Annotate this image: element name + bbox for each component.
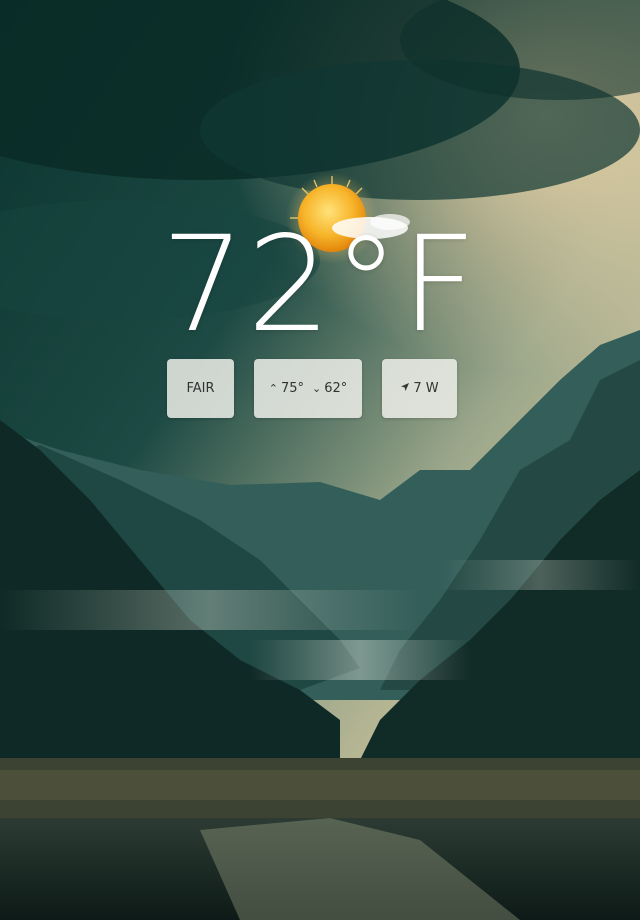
navigation-arrow-icon bbox=[400, 382, 410, 395]
condition-chip[interactable]: FAIR bbox=[167, 359, 234, 418]
wind-value: 7 W bbox=[413, 381, 439, 396]
wind-chip[interactable]: 7 W bbox=[382, 359, 457, 418]
high-low-chip[interactable]: ⌃ 75° ⌄ 62° bbox=[254, 359, 362, 418]
condition-label: FAIR bbox=[186, 381, 215, 396]
background-landscape bbox=[0, 0, 640, 920]
temperature-display: 72°F bbox=[161, 208, 479, 362]
caret-down-icon: ⌄ bbox=[312, 382, 322, 395]
high-temp: 75° bbox=[280, 381, 304, 396]
low-temp: 62° bbox=[324, 381, 348, 396]
caret-up-icon: ⌃ bbox=[268, 382, 278, 395]
weather-details: FAIR ⌃ 75° ⌄ 62° 7 W bbox=[0, 359, 640, 419]
